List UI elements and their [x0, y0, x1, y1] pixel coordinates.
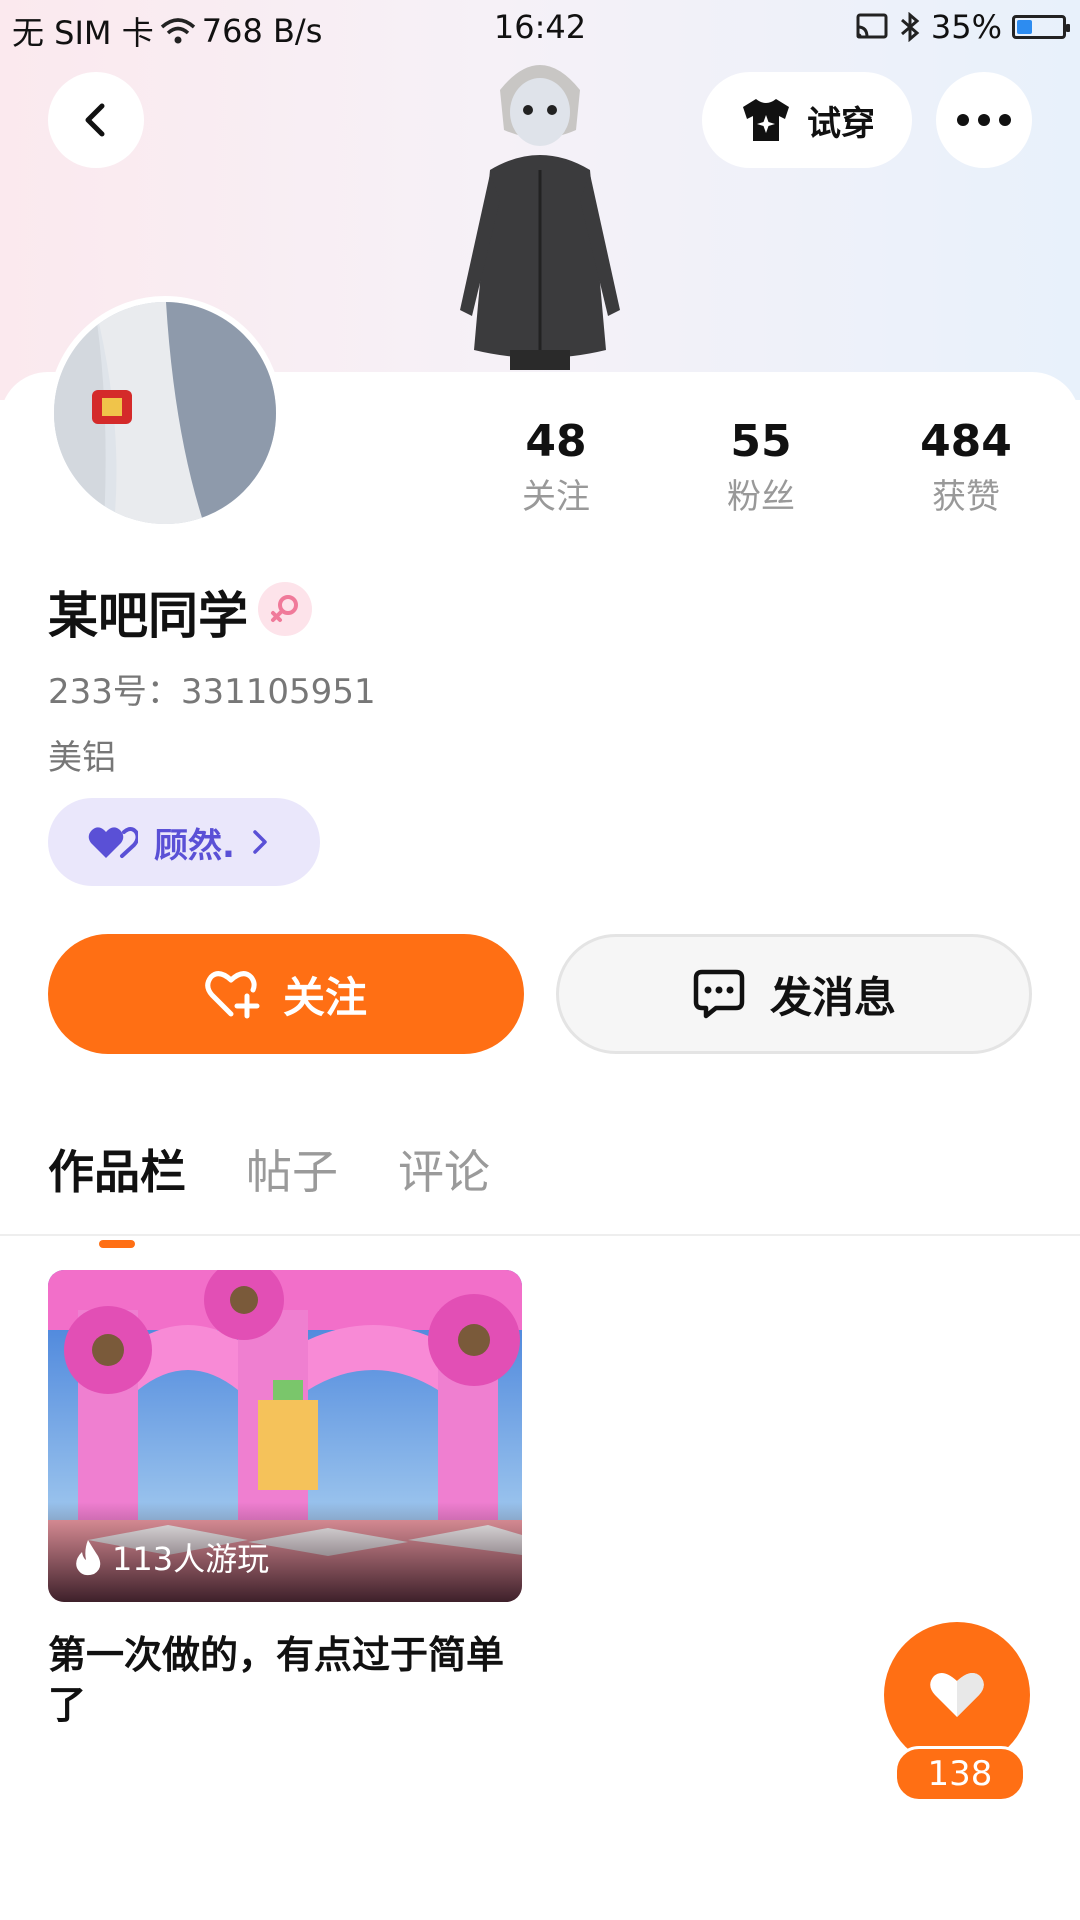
content-tabs: 作品栏 帖子 评论	[48, 1136, 490, 1248]
tabs-divider	[0, 1234, 1080, 1236]
work-card[interactable]: 113人游玩	[48, 1270, 522, 1602]
work-title[interactable]: 第一次做的，有点过于简单了	[48, 1630, 528, 1730]
tab-works[interactable]: 作品栏	[48, 1136, 186, 1248]
like-count: 138	[894, 1746, 1026, 1802]
clock: 16:42	[493, 8, 587, 46]
tag-label: 顾然.	[154, 825, 235, 866]
chat-bubble-icon	[693, 969, 745, 1019]
user-location: 美铝	[48, 738, 116, 778]
battery-icon	[1012, 15, 1070, 39]
status-bar: 无 SIM 卡 768 B/s 16:42 35%	[0, 0, 1080, 56]
avatar-image	[54, 302, 276, 524]
play-count-text: 113人游玩	[112, 1540, 270, 1578]
user-name: 某吧同学	[48, 587, 248, 645]
message-button[interactable]: 发消息	[556, 934, 1032, 1054]
user-id: 233号：331105951	[48, 672, 376, 712]
message-label: 发消息	[769, 972, 896, 1022]
flame-icon	[76, 1540, 101, 1576]
tab-posts[interactable]: 帖子	[246, 1136, 338, 1202]
female-icon	[271, 595, 298, 622]
stat-following[interactable]: 48 关注	[476, 412, 636, 522]
relationship-tag[interactable]: 顾然.	[48, 798, 320, 886]
tshirt-icon	[743, 99, 789, 141]
chevron-right-icon	[253, 830, 267, 854]
cast-icon	[856, 13, 888, 39]
heart-icon	[930, 1672, 984, 1717]
bluetooth-icon	[900, 12, 920, 42]
stat-label: 关注	[522, 477, 590, 517]
more-horizontal-icon	[957, 114, 1011, 126]
stat-likes[interactable]: 484 获赞	[886, 412, 1046, 522]
follow-label: 关注	[282, 972, 367, 1022]
heart-plus-icon	[205, 971, 260, 1019]
stat-value: 484	[920, 416, 1012, 467]
stat-value: 55	[730, 416, 792, 467]
stat-label: 获赞	[932, 477, 1000, 517]
battery-percent: 35%	[930, 8, 1002, 46]
avatar[interactable]	[48, 296, 282, 530]
stat-followers[interactable]: 55 粉丝	[681, 412, 841, 522]
follow-button[interactable]: 关注	[48, 934, 524, 1054]
try-on-button[interactable]: 试穿	[702, 72, 912, 168]
avatar-3d-figure	[460, 65, 620, 370]
chevron-left-icon	[85, 103, 105, 137]
play-count: 113人游玩	[74, 1534, 269, 1580]
back-button[interactable]	[48, 72, 144, 168]
tab-comments[interactable]: 评论	[398, 1136, 490, 1202]
try-on-label: 试穿	[807, 103, 875, 144]
stat-value: 48	[525, 416, 587, 467]
double-heart-icon	[88, 827, 138, 858]
more-button[interactable]	[936, 72, 1032, 168]
stat-label: 粉丝	[727, 477, 795, 517]
gender-badge	[258, 582, 312, 636]
